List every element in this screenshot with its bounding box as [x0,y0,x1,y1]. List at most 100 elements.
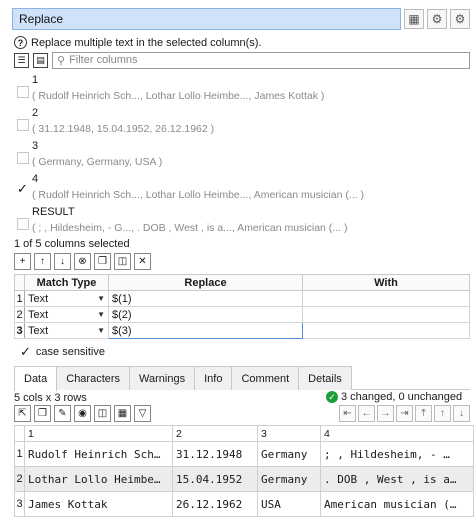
previous-row-icon[interactable]: ↑ [434,405,451,422]
select-all-icon[interactable]: ☰ [14,52,29,68]
copy-icon[interactable]: ❐ [94,253,111,270]
column-item[interactable]: RESULT ( ; , Hildesheim, - G..., . DOB ,… [14,204,454,238]
row-number: 1 [14,290,25,307]
next-column-icon[interactable]: → [377,405,394,422]
table-cell[interactable]: 31.12.1948 [172,441,258,467]
row-number: 3 [14,322,25,339]
column-name: 3 [32,140,39,152]
tab-info[interactable]: Info [194,366,233,390]
export-icon[interactable]: ⇱ [14,405,31,422]
filter-placeholder: Filter columns [69,54,138,66]
replace-input-active[interactable]: $(3) [108,322,303,339]
data-dimensions: 5 cols x 3 rows [14,392,87,404]
column-item[interactable]: 1 ( Rudolf Heinrich Sch..., Lothar Lollo… [14,72,454,106]
with-input[interactable] [302,322,470,339]
table-cell[interactable]: James Kottak [24,491,173,517]
row-number: 2 [14,466,25,492]
help-row: ? Replace multiple text in the selected … [14,36,262,49]
tab-data[interactable]: Data [14,366,58,391]
tab-characters[interactable]: Characters [56,366,131,390]
column-name: RESULT [32,206,75,218]
column-checkbox[interactable] [17,86,29,98]
selected-columns-status: 1 of 5 columns selected [14,238,130,250]
table-cell[interactable]: American musician (… [320,491,474,517]
chevron-down-icon[interactable]: ▼ [97,294,105,303]
table-cell[interactable]: Rudolf Heinrich Sch… [24,441,173,467]
eye-icon[interactable]: ◉ [74,405,91,422]
next-row-icon[interactable]: ↓ [453,405,470,422]
previous-column-icon[interactable]: ← [358,405,375,422]
tab-comment[interactable]: Comment [231,366,300,390]
column-values: ( 31.12.1948, 15.04.1952, 26.12.1962 ) [32,123,215,135]
tab-warnings[interactable]: Warnings [129,366,196,390]
column-header[interactable]: 4 [320,425,474,442]
select-none-icon[interactable]: ▤ [33,52,48,68]
grid-icon[interactable]: ▦ [114,405,131,422]
preview-tabs: Data Characters Warnings Info Comment De… [14,366,470,391]
table-cell[interactable]: 15.04.1952 [172,466,258,492]
match-type-value: Text [28,292,49,305]
column-item[interactable]: 3 ( Germany, Germany, USA ) [14,138,454,172]
table-cell[interactable]: Germany [257,441,321,467]
table-cell[interactable]: ; , Hildesheim, - … [320,441,474,467]
match-type-select[interactable]: Text ▼ [24,322,109,339]
match-type-value: Text [28,324,49,337]
copy-icon[interactable]: ❐ [34,405,51,422]
move-down-icon[interactable]: ↓ [54,253,71,270]
column-item[interactable]: 2 ( 31.12.1948, 15.04.1952, 26.12.1962 ) [14,105,454,139]
with-input[interactable] [302,290,470,307]
column-item[interactable]: ✓ 4 ( Rudolf Heinrich Sch..., Lothar Lol… [14,171,454,205]
match-type-select[interactable]: Text ▼ [24,306,109,323]
match-type-select[interactable]: Text ▼ [24,290,109,307]
tab-details[interactable]: Details [298,366,352,390]
columns-icon[interactable]: ◫ [94,405,111,422]
replace-input[interactable]: $(1) [108,290,303,307]
chevron-down-icon[interactable]: ▼ [97,326,105,335]
column-checkbox[interactable] [17,152,29,164]
column-name: 2 [32,107,39,119]
column-checkbox[interactable] [17,218,29,230]
case-sensitive-option[interactable]: ✓ case sensitive [20,344,105,360]
navigation-buttons: ⇤ ← → ⇥ ⤒ ↑ ↓ [339,405,470,423]
first-row-icon[interactable]: ⤒ [415,405,432,422]
data-preview-table: 1 2 3 4 1 Rudolf Heinrich Sch… 31.12.194… [14,425,474,517]
column-header[interactable]: 1 [24,425,173,442]
column-header[interactable]: 3 [257,425,321,442]
clear-icon[interactable]: ✕ [134,253,151,270]
table-cell[interactable]: USA [257,491,321,517]
add-icon[interactable]: + [14,253,31,270]
with-input[interactable] [302,306,470,323]
filter-columns-input[interactable]: ⚲ Filter columns [52,51,470,69]
last-column-icon[interactable]: ⇥ [396,405,413,422]
paste-icon[interactable]: ◫ [114,253,131,270]
help-text: Replace multiple text in the selected co… [31,36,262,49]
transform-icon[interactable]: ▦ [404,9,424,29]
row-number: 2 [14,306,25,323]
move-up-icon[interactable]: ↑ [34,253,51,270]
chevron-down-icon[interactable]: ▼ [97,310,105,319]
column-checkbox-checked[interactable]: ✓ [17,181,29,196]
filter-icon[interactable]: ▽ [134,405,151,422]
change-status: ✓ 3 changed, 0 unchanged [326,391,462,403]
replace-header: Replace [108,274,303,291]
case-sensitive-label: case sensitive [35,346,105,358]
column-header[interactable]: 2 [172,425,258,442]
remove-icon[interactable]: ⊗ [74,253,91,270]
table-cell[interactable]: 26.12.1962 [172,491,258,517]
help-icon[interactable]: ? [14,36,27,49]
table-cell[interactable]: . DOB , West , is a… [320,466,474,492]
settings-plus-icon[interactable]: ⚙ [450,9,470,29]
replace-input[interactable]: $(2) [108,306,303,323]
case-sensitive-checkbox[interactable]: ✓ [20,344,31,360]
column-list: 1 ( Rudolf Heinrich Sch..., Lothar Lollo… [14,72,470,238]
table-cell[interactable]: Germany [257,466,321,492]
edit-icon[interactable]: ✎ [54,405,71,422]
table-row: 3 James Kottak 26.12.1962 USA American m… [14,491,474,517]
table-cell[interactable]: Lothar Lollo Heimbe… [24,466,173,492]
replace-toolbar: + ↑ ↓ ⊗ ❐ ◫ ✕ [14,253,151,271]
replace-row: 1 Text ▼ $(1) [14,290,470,307]
gear-icon[interactable]: ⚙ [427,9,447,29]
transform-title[interactable]: Replace [12,8,401,30]
column-checkbox[interactable] [17,119,29,131]
first-column-icon[interactable]: ⇤ [339,405,356,422]
